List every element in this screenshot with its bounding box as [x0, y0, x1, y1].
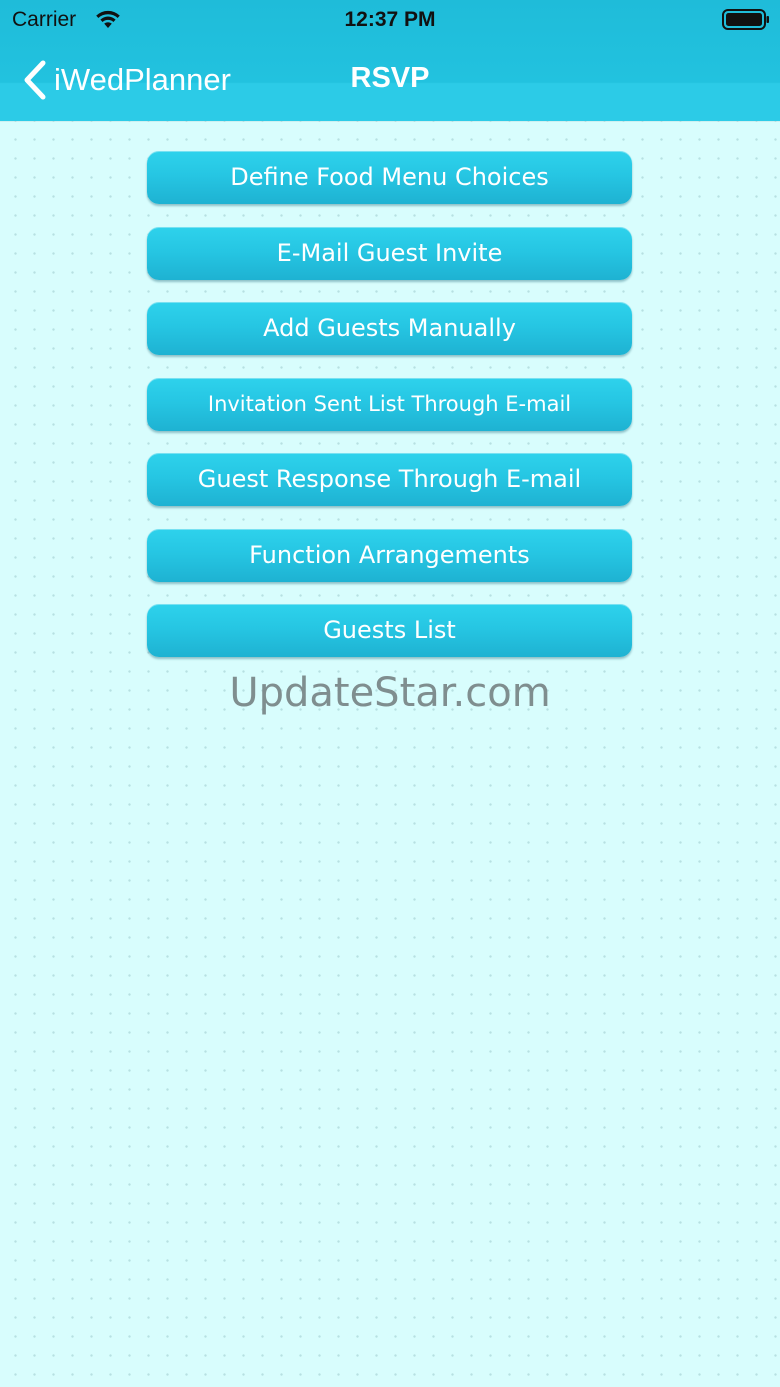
guest-response-button[interactable]: Guest Response Through E-mail — [147, 453, 632, 506]
email-guest-invite-button[interactable]: E-Mail Guest Invite — [147, 226, 632, 280]
invitation-sent-list-button[interactable]: Invitation Sent List Through E-mail — [147, 377, 632, 431]
function-arrangements-button[interactable]: Function Arrangements — [147, 528, 632, 582]
top-bar: Carrier 12:37 PM iWedPlanner RSVP — [0, 0, 780, 121]
navigation-bar: iWedPlanner RSVP — [0, 40, 780, 121]
watermark: UpdateStar.com — [229, 670, 551, 716]
rsvp-menu: Define Food Menu Choices E-Mail Guest In… — [147, 151, 632, 680]
battery-icon — [722, 9, 769, 30]
add-guests-manually-button[interactable]: Add Guests Manually — [147, 302, 632, 355]
clock: 12:37 PM — [344, 8, 436, 31]
define-food-menu-choices-button[interactable]: Define Food Menu Choices — [147, 151, 632, 204]
status-bar: Carrier 12:37 PM — [0, 0, 780, 40]
page-title: RSVP — [350, 62, 430, 94]
guests-list-button[interactable]: Guests List — [147, 604, 632, 657]
